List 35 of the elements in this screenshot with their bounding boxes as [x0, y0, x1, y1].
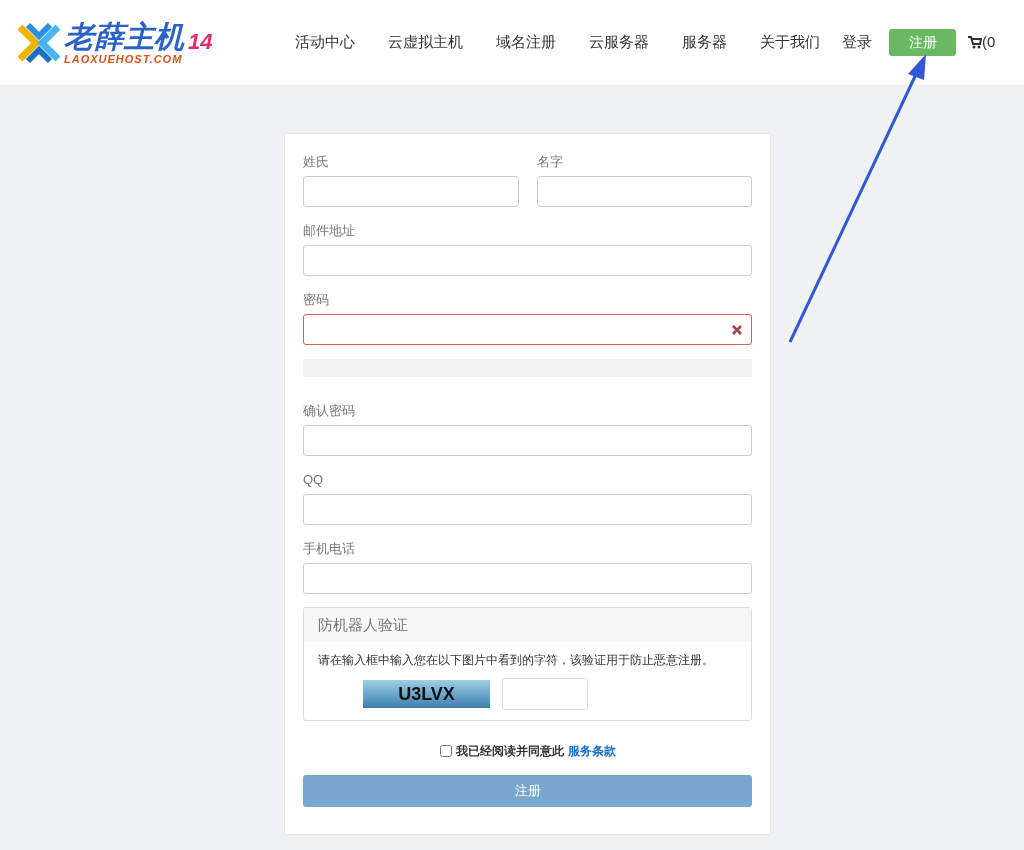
- input-field[interactable]: [536, 176, 752, 207]
- field-label: 姓氏: [303, 153, 330, 171]
- nav-link[interactable]: 活动中心: [295, 31, 355, 54]
- nav-link[interactable]: 域名注册: [496, 31, 556, 54]
- cart-icon[interactable]: [968, 36, 982, 49]
- field-label: 邮件地址: [303, 222, 356, 240]
- input-field[interactable]: [303, 245, 752, 276]
- input-field[interactable]: [303, 494, 752, 525]
- nav-link[interactable]: 服务器: [682, 31, 727, 54]
- terms-link[interactable]: 服务条款: [567, 742, 616, 760]
- field-label: 确认密码: [303, 402, 356, 420]
- anniversary-number: 14: [188, 27, 213, 56]
- logo-mark-icon: [16, 20, 62, 65]
- field-label: QQ: [303, 471, 325, 489]
- login-link[interactable]: 登录: [842, 31, 872, 54]
- captcha-code: U3LVX: [398, 682, 455, 706]
- agree-text: 我已经阅读并同意此: [455, 743, 564, 760]
- captcha-title: 防机器人验证: [318, 614, 408, 635]
- captcha-instruction: 请在输入框中输入您在以下图片中看到的字符，该验证用于防止恶意注册。: [318, 652, 715, 669]
- input-field[interactable]: [303, 314, 752, 345]
- field-label: 手机电话: [303, 540, 356, 558]
- input-field[interactable]: [303, 425, 752, 456]
- input-field[interactable]: [303, 176, 519, 207]
- nav-link[interactable]: 云服务器: [589, 31, 649, 54]
- cart-count[interactable]: (0: [982, 31, 996, 54]
- error-cross-icon: [732, 324, 742, 335]
- field-label: 密码: [303, 291, 330, 309]
- logo-domain: LAOXUEHOST.COM: [64, 52, 184, 65]
- nav-link[interactable]: 关于我们: [760, 31, 820, 54]
- field-label: 名字: [536, 153, 564, 171]
- captcha-input[interactable]: [502, 678, 588, 710]
- agree-checkbox[interactable]: [439, 745, 452, 757]
- nav-link[interactable]: 云虚拟主机: [388, 31, 463, 54]
- logo-text: 老薛主机: [64, 20, 184, 53]
- input-field[interactable]: [303, 563, 752, 594]
